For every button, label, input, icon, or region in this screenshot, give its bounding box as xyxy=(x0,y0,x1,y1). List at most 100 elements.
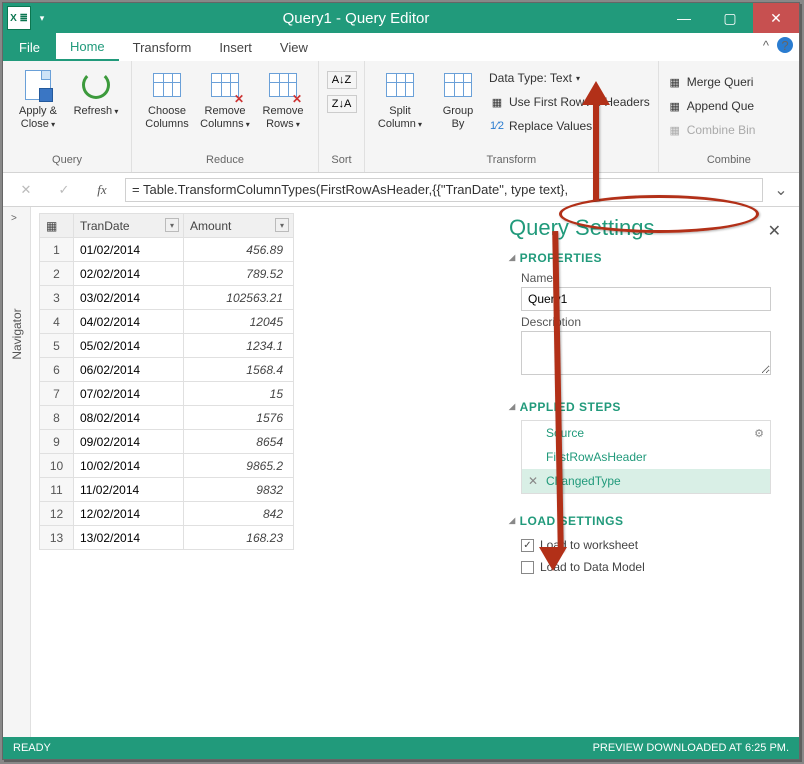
append-queries-button[interactable]: ▦Append Que xyxy=(667,95,756,117)
filter-icon[interactable]: ▾ xyxy=(165,218,179,232)
load-to-data-model-checkbox[interactable]: Load to Data Model xyxy=(521,556,783,578)
tab-home[interactable]: Home xyxy=(56,33,119,61)
row-number[interactable]: 11 xyxy=(40,478,74,502)
formula-cancel-button[interactable]: ✕ xyxy=(11,179,41,201)
cell-amount[interactable]: 9832 xyxy=(184,478,294,502)
cell-trandate[interactable]: 09/02/2014 xyxy=(74,430,184,454)
table-row[interactable]: 13 13/02/2014 168.23 xyxy=(40,526,294,550)
cell-trandate[interactable]: 01/02/2014 xyxy=(74,238,184,262)
row-number[interactable]: 12 xyxy=(40,502,74,526)
column-header-amount[interactable]: Amount ▾ xyxy=(184,214,294,238)
cell-amount[interactable]: 1568.4 xyxy=(184,358,294,382)
cell-amount[interactable]: 168.23 xyxy=(184,526,294,550)
properties-section-header[interactable]: PROPERTIES xyxy=(509,251,783,265)
filter-icon[interactable]: ▾ xyxy=(275,218,289,232)
table-row[interactable]: 7 07/02/2014 15 xyxy=(40,382,294,406)
apply-and-close-button[interactable]: Apply & Close xyxy=(11,65,65,131)
table-row[interactable]: 10 10/02/2014 9865.2 xyxy=(40,454,294,478)
load-settings-section-header[interactable]: LOAD SETTINGS xyxy=(509,514,783,528)
column-header-trandate[interactable]: TranDate ▾ xyxy=(74,214,184,238)
remove-rows-button[interactable]: ✕ Remove Rows xyxy=(256,65,310,131)
cell-amount[interactable]: 1234.1 xyxy=(184,334,294,358)
collapse-ribbon-button[interactable]: ^ xyxy=(763,38,769,53)
split-column-button[interactable]: Split Column xyxy=(373,65,427,131)
cell-trandate[interactable]: 13/02/2014 xyxy=(74,526,184,550)
cell-amount[interactable]: 842 xyxy=(184,502,294,526)
row-number[interactable]: 3 xyxy=(40,286,74,310)
cell-amount[interactable]: 8654 xyxy=(184,430,294,454)
applied-step[interactable]: Source ⚙ xyxy=(522,421,770,445)
navigator-panel-collapsed[interactable]: > Navigator xyxy=(3,207,31,737)
table-row[interactable]: 6 06/02/2014 1568.4 xyxy=(40,358,294,382)
cell-amount[interactable]: 456.89 xyxy=(184,238,294,262)
merge-queries-button[interactable]: ▦Merge Queri xyxy=(667,71,756,93)
table-row[interactable]: 8 08/02/2014 1576 xyxy=(40,406,294,430)
cell-amount[interactable]: 1576 xyxy=(184,406,294,430)
cell-amount[interactable]: 789.52 xyxy=(184,262,294,286)
replace-values-button[interactable]: 1⁄2Replace Values xyxy=(489,115,650,137)
applied-step[interactable]: FirstRowAsHeader xyxy=(522,445,770,469)
row-number[interactable]: 5 xyxy=(40,334,74,358)
applied-steps-section-header[interactable]: APPLIED STEPS xyxy=(509,400,783,414)
cell-amount[interactable]: 15 xyxy=(184,382,294,406)
table-row[interactable]: 1 01/02/2014 456.89 xyxy=(40,238,294,262)
navigator-expand-icon[interactable]: > xyxy=(11,213,17,224)
fx-icon[interactable]: fx xyxy=(87,179,117,201)
cell-trandate[interactable]: 12/02/2014 xyxy=(74,502,184,526)
gear-icon[interactable]: ⚙ xyxy=(754,427,764,440)
cell-trandate[interactable]: 03/02/2014 xyxy=(74,286,184,310)
tab-transform[interactable]: Transform xyxy=(119,33,206,61)
cell-trandate[interactable]: 08/02/2014 xyxy=(74,406,184,430)
row-number[interactable]: 2 xyxy=(40,262,74,286)
table-row[interactable]: 12 12/02/2014 842 xyxy=(40,502,294,526)
query-description-input[interactable] xyxy=(521,331,771,375)
cell-amount[interactable]: 12045 xyxy=(184,310,294,334)
table-row[interactable]: 11 11/02/2014 9832 xyxy=(40,478,294,502)
formula-accept-button[interactable]: ✓ xyxy=(49,179,79,201)
combine-binaries-button[interactable]: ▦Combine Bin xyxy=(667,119,756,141)
table-row[interactable]: 4 04/02/2014 12045 xyxy=(40,310,294,334)
delete-step-icon[interactable]: ✕ xyxy=(528,474,542,488)
row-number[interactable]: 8 xyxy=(40,406,74,430)
maximize-button[interactable]: ▢ xyxy=(707,3,753,33)
cell-trandate[interactable]: 04/02/2014 xyxy=(74,310,184,334)
row-number[interactable]: 4 xyxy=(40,310,74,334)
close-settings-button[interactable]: ✕ xyxy=(768,221,781,241)
query-name-input[interactable] xyxy=(521,287,771,311)
table-row[interactable]: 5 05/02/2014 1234.1 xyxy=(40,334,294,358)
close-window-button[interactable]: ✕ xyxy=(753,3,799,33)
group-by-button[interactable]: Group By xyxy=(431,65,485,131)
cell-trandate[interactable]: 07/02/2014 xyxy=(74,382,184,406)
formula-expand-button[interactable]: ⌄ xyxy=(771,180,791,200)
row-number[interactable]: 13 xyxy=(40,526,74,550)
help-icon[interactable]: ? xyxy=(777,37,793,53)
formula-input[interactable] xyxy=(125,178,763,202)
cell-trandate[interactable]: 02/02/2014 xyxy=(74,262,184,286)
cell-amount[interactable]: 9865.2 xyxy=(184,454,294,478)
cell-amount[interactable]: 102563.21 xyxy=(184,286,294,310)
row-number[interactable]: 1 xyxy=(40,238,74,262)
quick-access-dropdown[interactable]: ▾ xyxy=(35,8,49,28)
load-to-worksheet-checkbox[interactable]: ✓ Load to worksheet xyxy=(521,534,783,556)
cell-trandate[interactable]: 10/02/2014 xyxy=(74,454,184,478)
sort-desc-button[interactable]: Z↓A xyxy=(327,95,357,113)
remove-columns-button[interactable]: ✕ Remove Columns xyxy=(198,65,252,131)
data-type-dropdown[interactable]: Data Type: Text▾ xyxy=(489,67,650,89)
grid-corner-cell[interactable]: ▦ xyxy=(40,214,74,238)
table-row[interactable]: 2 02/02/2014 789.52 xyxy=(40,262,294,286)
row-number[interactable]: 7 xyxy=(40,382,74,406)
tab-insert[interactable]: Insert xyxy=(205,33,266,61)
choose-columns-button[interactable]: Choose Columns xyxy=(140,65,194,131)
row-number[interactable]: 10 xyxy=(40,454,74,478)
cell-trandate[interactable]: 05/02/2014 xyxy=(74,334,184,358)
table-row[interactable]: 9 09/02/2014 8654 xyxy=(40,430,294,454)
cell-trandate[interactable]: 11/02/2014 xyxy=(74,478,184,502)
tab-view[interactable]: View xyxy=(266,33,322,61)
refresh-button[interactable]: Refresh xyxy=(69,65,123,118)
row-number[interactable]: 9 xyxy=(40,430,74,454)
sort-asc-button[interactable]: A↓Z xyxy=(327,71,357,89)
minimize-button[interactable]: — xyxy=(661,3,707,33)
applied-step[interactable]: ✕ ChangedType xyxy=(522,469,770,493)
file-tab[interactable]: File xyxy=(3,33,56,61)
row-number[interactable]: 6 xyxy=(40,358,74,382)
